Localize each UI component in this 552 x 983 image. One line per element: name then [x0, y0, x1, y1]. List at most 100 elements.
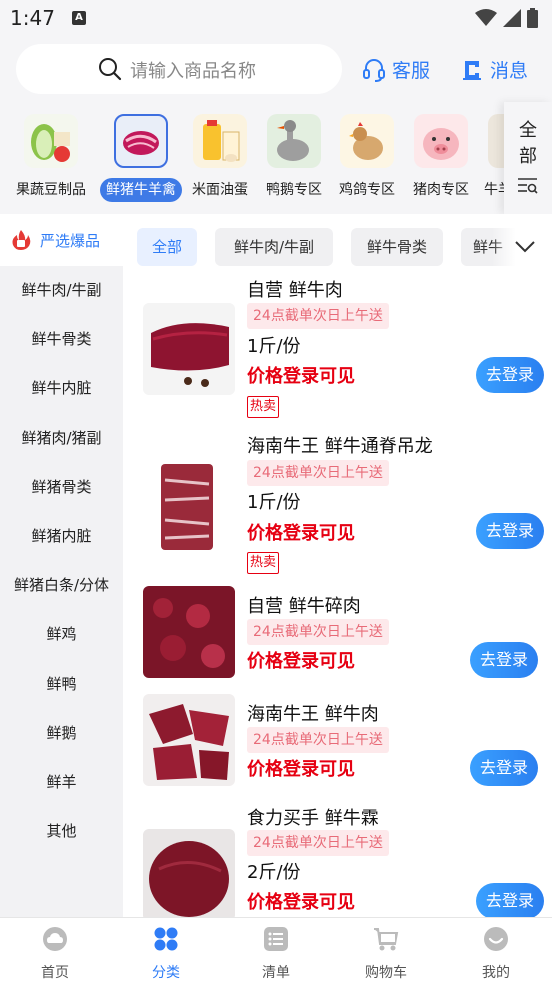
category-label: 鸭鹅专区 [266, 182, 322, 198]
duck-goose-image [267, 114, 321, 168]
chevron-down-icon[interactable] [514, 238, 536, 254]
product-unit: 2斤/份 [247, 862, 301, 883]
tab-all[interactable]: 全部 [137, 228, 197, 266]
login-button[interactable]: 去登录 [470, 642, 538, 678]
search-icon [99, 58, 122, 81]
product-unit: 1斤/份 [247, 492, 301, 513]
product-title: 自营 鲜牛肉 [247, 280, 343, 301]
sidebar-item[interactable]: 鲜猪白条/分体 [0, 561, 123, 610]
subcategory-tabs: 全部 鲜牛肉/牛副 鲜牛骨类 鲜牛 [123, 214, 552, 266]
message-icon [463, 60, 481, 80]
grain-oil-image [193, 114, 247, 168]
customer-service-button[interactable]: 客服 [362, 56, 430, 83]
sidebar-item-label: 严选爆品 [40, 231, 101, 250]
product-card[interactable]: 海南牛王 鲜牛通脊吊龙 24点截单次日上午送 1斤/份 价格登录可见 热卖 去登… [123, 430, 552, 580]
category-label: 果蔬豆制品 [16, 182, 86, 198]
notification-a-icon: A [72, 11, 86, 25]
sidebar-item-featured[interactable]: 严选爆品 [0, 214, 123, 266]
product-card[interactable]: 自营 鲜牛碎肉 24点截单次日上午送 价格登录可见 去登录 [123, 586, 552, 690]
product-price: 价格登录可见 [247, 523, 355, 544]
wifi-icon [475, 9, 497, 26]
chicken-image [340, 114, 394, 168]
nav-category[interactable]: 分类 [126, 926, 206, 982]
all-categories-label-1: 全 [519, 120, 537, 141]
product-price: 价格登录可见 [247, 759, 355, 780]
nav-list[interactable]: 清单 [236, 926, 316, 982]
category-grain-oil[interactable]: 米面油蛋 [182, 114, 258, 202]
tab-beef-bone[interactable]: 鲜牛骨类 [351, 228, 443, 266]
sidebar-item[interactable]: 鲜鹅 [0, 709, 123, 758]
nav-cart[interactable]: 购物车 [346, 926, 426, 982]
produce-image [24, 114, 78, 168]
customer-service-label: 客服 [392, 60, 431, 82]
nav-label: 我的 [482, 965, 510, 981]
product-image [143, 303, 235, 395]
login-button[interactable]: 去登录 [476, 513, 544, 549]
product-card[interactable]: 食力买手 鲜牛霖 24点截单次日上午送 2斤/份 价格登录可见 去登录 [123, 802, 552, 917]
messages-button[interactable]: 消息 [460, 56, 528, 83]
login-button[interactable]: 去登录 [476, 883, 544, 917]
search-placeholder: 请输入商品名称 [130, 61, 256, 82]
product-image [143, 694, 235, 786]
category-chicken-pigeon[interactable]: 鸡鸽专区 [329, 114, 405, 202]
sidebar-item[interactable]: 鲜牛肉/牛副 [0, 266, 123, 315]
sidebar-item[interactable]: 鲜鸡 [0, 610, 123, 659]
nav-label: 清单 [262, 965, 290, 981]
sidebar-item[interactable]: 鲜羊 [0, 758, 123, 807]
product-card[interactable]: 海南牛王 鲜牛肉 24点截单次日上午送 价格登录可见 去登录 [123, 694, 552, 798]
product-price: 价格登录可见 [247, 366, 355, 387]
sidebar-item[interactable]: 鲜猪内脏 [0, 512, 123, 561]
nav-profile[interactable]: 我的 [456, 926, 536, 982]
sidebar-item[interactable]: 鲜猪骨类 [0, 463, 123, 512]
status-time: 1:47 [10, 6, 55, 30]
product-image [143, 460, 235, 552]
category-produce[interactable]: 果蔬豆制品 [13, 114, 89, 202]
header: 请输入商品名称 客服 消息 [0, 36, 552, 102]
product-title: 食力买手 鲜牛霖 [247, 808, 379, 829]
sidebar-item[interactable]: 其他 [0, 807, 123, 856]
nav-label: 首页 [41, 965, 69, 981]
product-image [143, 829, 235, 917]
meat-image [114, 114, 168, 168]
list-filter-icon [518, 178, 538, 194]
all-categories-label-2: 部 [519, 146, 537, 167]
smile-icon [484, 927, 508, 951]
status-icons [475, 8, 538, 28]
category-meat[interactable]: 鲜猪牛羊禽 [100, 114, 182, 202]
delivery-tag: 24点截单次日上午送 [247, 619, 389, 645]
headset-icon [363, 58, 385, 82]
sidebar-item[interactable]: 鲜牛骨类 [0, 315, 123, 364]
hot-sale-badge: 热卖 [247, 552, 280, 574]
tab-beef[interactable]: 鲜牛肉/牛副 [215, 228, 333, 266]
search-input[interactable]: 请输入商品名称 [16, 44, 342, 94]
battery-icon [527, 8, 538, 28]
sidebar-item[interactable]: 鲜鸭 [0, 660, 123, 709]
all-categories-button[interactable]: 全 部 [504, 102, 552, 214]
category-pork[interactable]: 猪肉专区 [403, 114, 479, 202]
home-cloud-icon [43, 927, 67, 951]
login-button[interactable]: 去登录 [476, 357, 544, 393]
category-label: 鲜猪牛羊禽 [100, 178, 182, 202]
nav-home[interactable]: 首页 [15, 926, 95, 982]
category-duck-goose[interactable]: 鸭鹅专区 [256, 114, 332, 202]
sidebar-item[interactable]: 鲜猪肉/猪副 [0, 414, 123, 463]
product-unit: 1斤/份 [247, 336, 301, 357]
delivery-tag: 24点截单次日上午送 [247, 830, 389, 856]
grid-icon [154, 927, 178, 951]
product-panel: 全部 鲜牛肉/牛副 鲜牛骨类 鲜牛 自营 鲜牛肉 24点截单次日上午送 1斤/份… [123, 214, 552, 917]
login-button[interactable]: 去登录 [470, 750, 538, 786]
signal-icon [503, 9, 521, 27]
delivery-tag: 24点截单次日上午送 [247, 460, 389, 486]
sidebar-item[interactable]: 鲜牛内脏 [0, 364, 123, 413]
list-icon [264, 927, 288, 951]
product-card[interactable]: 自营 鲜牛肉 24点截单次日上午送 1斤/份 价格登录可见 热卖 去登录 [123, 274, 552, 424]
pig-image [414, 114, 468, 168]
nav-label: 购物车 [365, 965, 407, 981]
product-title: 海南牛王 鲜牛通脊吊龙 [247, 436, 433, 457]
delivery-tag: 24点截单次日上午送 [247, 303, 389, 329]
product-image [143, 586, 235, 678]
product-title: 自营 鲜牛碎肉 [247, 596, 361, 617]
status-bar: 1:47 A [0, 0, 552, 36]
category-strip: 果蔬豆制品 鲜猪牛羊禽 米面油蛋 鸭鹅专区 鸡鸽专区 猪肉专区 牛羊 全 部 [0, 102, 552, 214]
messages-label: 消息 [490, 60, 529, 82]
